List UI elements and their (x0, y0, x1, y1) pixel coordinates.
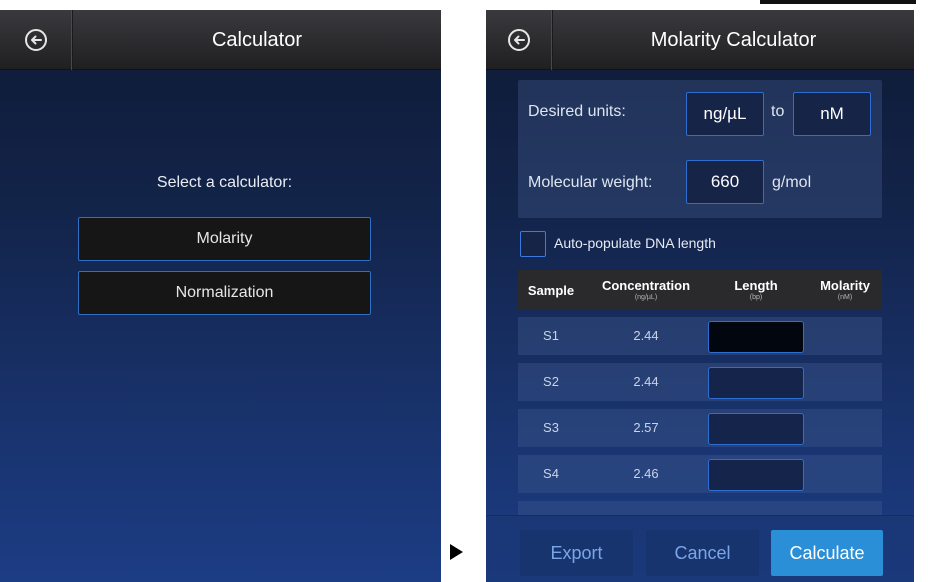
back-arrow-icon (25, 29, 47, 51)
table-row: S2 2.44 (518, 363, 882, 401)
units-settings-box: Desired units: ng/µL to nM Molecular wei… (518, 80, 882, 218)
title-bar: Calculator (0, 10, 441, 70)
back-button[interactable] (486, 10, 553, 70)
length-input[interactable] (708, 367, 804, 399)
from-unit-field[interactable]: ng/µL (686, 92, 764, 136)
molecular-weight-unit: g/mol (772, 174, 812, 191)
select-calculator-label: Select a calculator: (156, 174, 293, 191)
cancel-button[interactable]: Cancel (646, 530, 759, 576)
page-title: Calculator (211, 29, 303, 51)
concentration-cell: 2.44 (633, 374, 659, 389)
title-bar: Molarity Calculator (486, 10, 914, 70)
sample-cell: S4 (543, 466, 559, 481)
to-label: to (771, 103, 785, 120)
normalization-button[interactable]: Normalization (78, 271, 371, 315)
table-row-partial (518, 501, 882, 515)
window-edge (760, 0, 916, 4)
length-input[interactable] (708, 413, 804, 445)
footer-bar: Export Cancel Calculate (486, 515, 914, 582)
desired-units-label: Desired units: (528, 103, 626, 120)
calculate-button[interactable]: Calculate (771, 530, 883, 576)
molarity-cell (808, 455, 882, 493)
length-input[interactable] (708, 321, 804, 353)
table-header: Sample Concentration (ng/µL) Length (bp)… (518, 270, 882, 310)
sample-cell: S3 (543, 420, 559, 435)
molarity-calculator-screen: Molarity Calculator Desired units: ng/µL… (486, 10, 914, 582)
molecular-weight-field[interactable]: 660 (686, 160, 764, 204)
column-header-molarity: Molarity (nM) (820, 278, 870, 301)
table-row: S4 2.46 (518, 455, 882, 493)
column-header-concentration: Concentration (ng/µL) (601, 278, 691, 301)
concentration-cell: 2.44 (633, 328, 659, 343)
back-button[interactable] (0, 10, 73, 70)
molarity-button[interactable]: Molarity (78, 217, 371, 261)
length-input[interactable] (708, 459, 804, 491)
concentration-cell: 2.57 (633, 420, 659, 435)
back-arrow-icon (508, 29, 530, 51)
sample-cell: S1 (543, 328, 559, 343)
table-row: S1 2.44 (518, 317, 882, 355)
page-title: Molarity Calculator (650, 29, 817, 51)
calculator-screen: Calculator Select a calculator: Molarity… (0, 10, 441, 582)
right-triangle-arrow-icon (450, 544, 463, 560)
concentration-cell: 2.46 (633, 466, 659, 481)
sample-cell: S2 (543, 374, 559, 389)
auto-populate-label: Auto-populate DNA length (554, 235, 716, 251)
to-unit-field[interactable]: nM (793, 92, 871, 136)
molecular-weight-label: Molecular weight: (528, 174, 653, 191)
molarity-cell (808, 317, 882, 355)
column-header-length: Length (bp) (734, 278, 778, 301)
molarity-cell (808, 409, 882, 447)
export-button[interactable]: Export (520, 530, 633, 576)
column-header-sample: Sample (527, 283, 575, 298)
table-row: S3 2.57 (518, 409, 882, 447)
auto-populate-checkbox[interactable] (520, 231, 546, 257)
molarity-cell (808, 363, 882, 401)
